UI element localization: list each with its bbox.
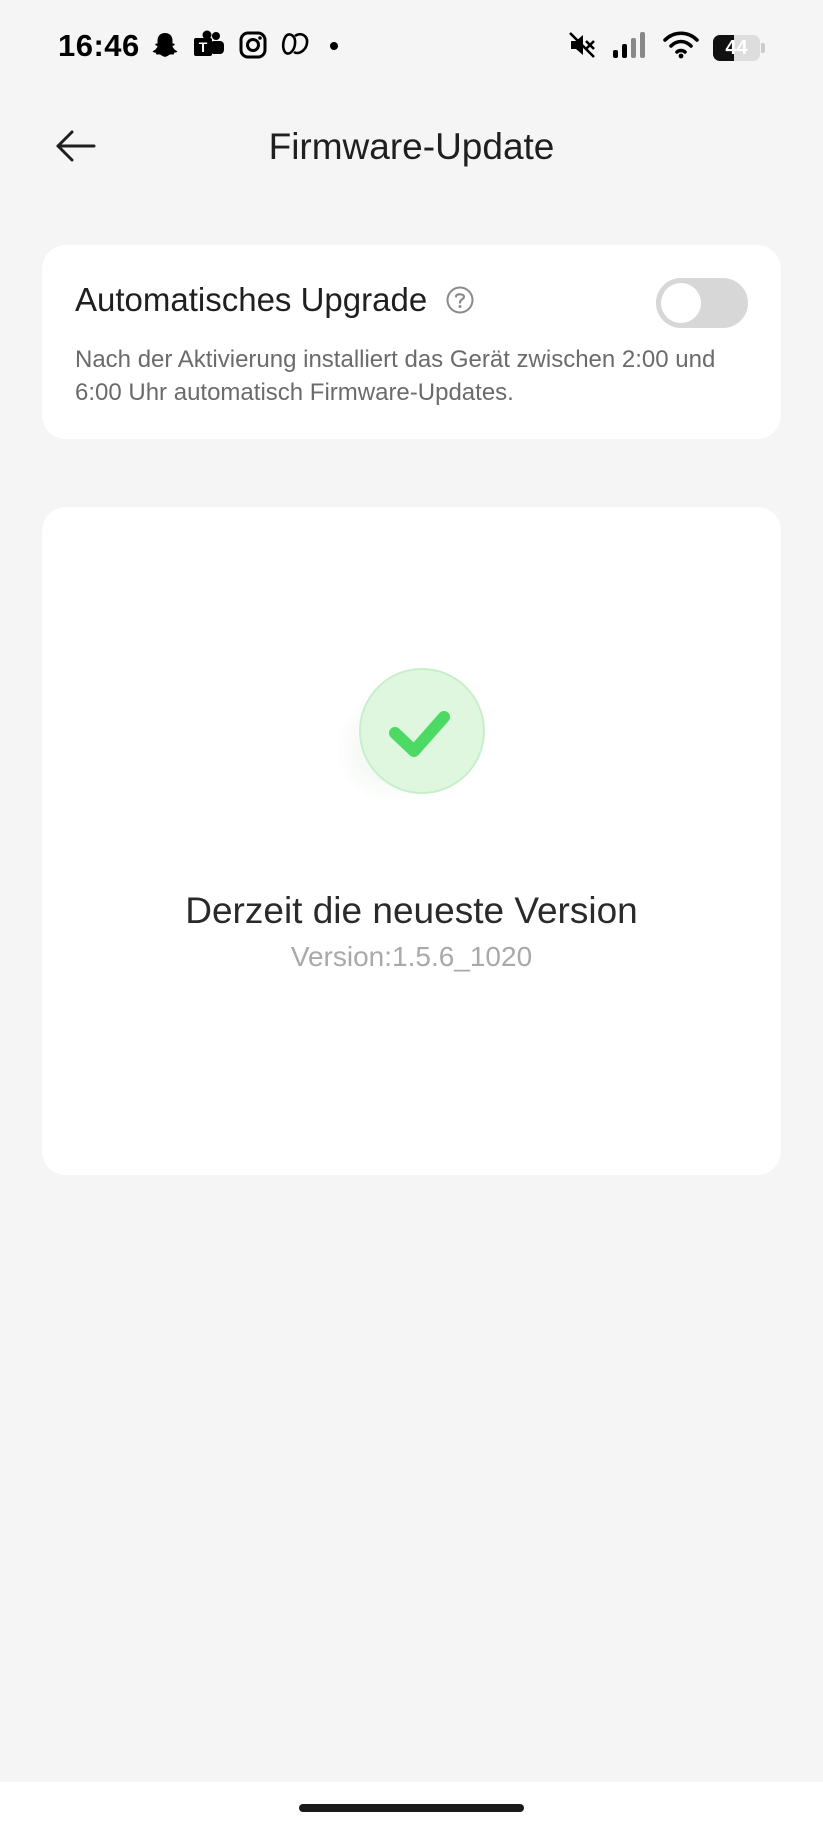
snapchat-icon: [150, 30, 180, 60]
notification-icons: T: [150, 30, 344, 60]
question-circle-icon[interactable]: [445, 285, 475, 315]
wifi-icon: [663, 30, 699, 65]
version-card: Derzeit die neueste Version Version:1.5.…: [42, 507, 781, 1175]
auto-upgrade-title-row: Automatisches Upgrade: [75, 281, 475, 319]
app-icon: [280, 30, 312, 60]
mute-icon: [567, 30, 597, 65]
status-time: 16:46: [58, 28, 140, 63]
version-status: Derzeit die neueste Version: [185, 890, 638, 931]
battery-icon: 44: [713, 34, 765, 61]
status-bar: 16:46 T 44: [0, 0, 823, 96]
page-title: Firmware-Update: [268, 126, 555, 167]
signal-icon: [611, 30, 649, 65]
auto-upgrade-description: Nach der Aktivierung installiert das Ger…: [75, 346, 716, 406]
dot-icon: [324, 30, 344, 60]
battery-level: 44: [725, 36, 748, 59]
teams-icon: T: [192, 30, 226, 60]
check-circle-icon: [332, 667, 492, 807]
instagram-icon: [238, 30, 268, 60]
version-number: Version:1.5.6_1020: [290, 941, 533, 972]
auto-upgrade-toggle[interactable]: [656, 278, 748, 328]
home-indicator[interactable]: [299, 1804, 524, 1812]
toggle-knob: [661, 283, 701, 323]
auto-upgrade-card: Automatisches Upgrade Nach der Aktivieru…: [42, 245, 781, 439]
auto-upgrade-title: Automatisches Upgrade: [75, 281, 428, 318]
system-icons: 44: [567, 30, 765, 65]
svg-text:T: T: [199, 39, 208, 55]
